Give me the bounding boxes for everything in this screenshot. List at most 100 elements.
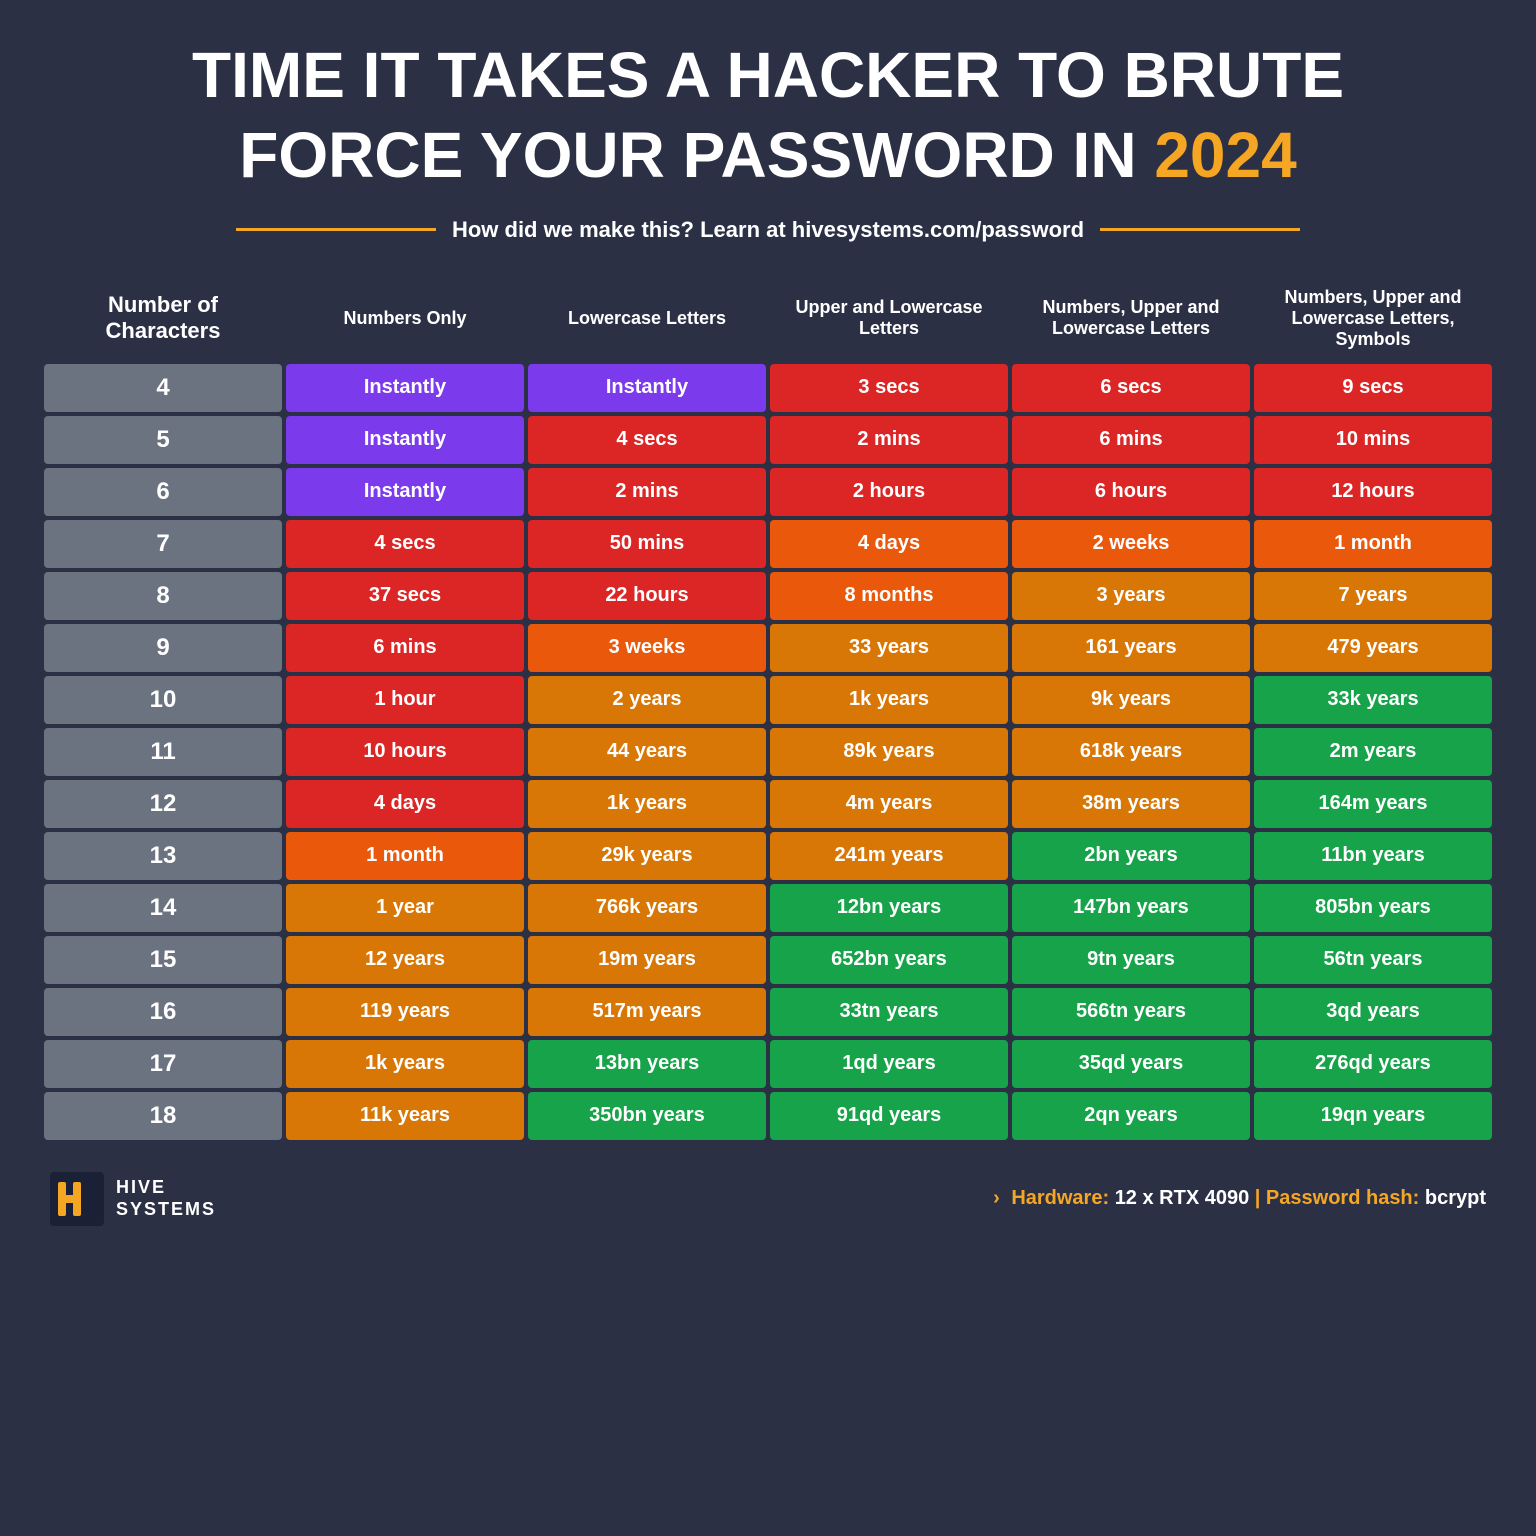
subtitle-line-left <box>236 228 436 231</box>
row-header-15: 15 <box>44 936 282 984</box>
cell-r2-c3: 6 hours <box>1012 468 1250 516</box>
cell-r14-c1: 350bn years <box>528 1092 766 1140</box>
row-header-11: 11 <box>44 728 282 776</box>
cell-r14-c0: 11k years <box>286 1092 524 1140</box>
cell-r0-c3: 6 secs <box>1012 364 1250 412</box>
cell-r10-c3: 147bn years <box>1012 884 1250 932</box>
cell-r0-c4: 9 secs <box>1254 364 1492 412</box>
cell-r0-c0: Instantly <box>286 364 524 412</box>
cell-r4-c1: 22 hours <box>528 572 766 620</box>
table-row: 141 year766k years12bn years147bn years8… <box>44 884 1492 932</box>
cell-r11-c3: 9tn years <box>1012 936 1250 984</box>
row-header-18: 18 <box>44 1092 282 1140</box>
cell-r5-c3: 161 years <box>1012 624 1250 672</box>
table-row: 837 secs22 hours8 months3 years7 years <box>44 572 1492 620</box>
row-header-10: 10 <box>44 676 282 724</box>
footer-hardware-value: 12 x RTX 4090 <box>1115 1187 1250 1209</box>
cell-r1-c2: 2 mins <box>770 416 1008 464</box>
table-row: 124 days1k years4m years38m years164m ye… <box>44 780 1492 828</box>
cell-r2-c1: 2 mins <box>528 468 766 516</box>
footer-hash-label: | Password hash: <box>1255 1187 1425 1209</box>
cell-r0-c1: Instantly <box>528 364 766 412</box>
footer-arrow: › <box>993 1187 1000 1209</box>
cell-r11-c0: 12 years <box>286 936 524 984</box>
cell-r3-c0: 4 secs <box>286 520 524 568</box>
table-row: 5Instantly4 secs2 mins6 mins10 mins <box>44 416 1492 464</box>
cell-r6-c2: 1k years <box>770 676 1008 724</box>
cell-r13-c2: 1qd years <box>770 1040 1008 1088</box>
cell-r14-c2: 91qd years <box>770 1092 1008 1140</box>
cell-r5-c1: 3 weeks <box>528 624 766 672</box>
cell-r14-c3: 2qn years <box>1012 1092 1250 1140</box>
row-header-7: 7 <box>44 520 282 568</box>
table-row: 74 secs50 mins4 days2 weeks1 month <box>44 520 1492 568</box>
table-row: 1110 hours44 years89k years618k years2m … <box>44 728 1492 776</box>
table-row: 1512 years19m years652bn years9tn years5… <box>44 936 1492 984</box>
cell-r12-c4: 3qd years <box>1254 988 1492 1036</box>
logo-text: HIVE SYSTEMS <box>116 1177 216 1220</box>
cell-r9-c2: 241m years <box>770 832 1008 880</box>
row-header-14: 14 <box>44 884 282 932</box>
table-row: 131 month29k years241m years2bn years11b… <box>44 832 1492 880</box>
cell-r13-c3: 35qd years <box>1012 1040 1250 1088</box>
cell-r5-c0: 6 mins <box>286 624 524 672</box>
col-header-chars: Number of Characters <box>44 277 282 360</box>
cell-r2-c2: 2 hours <box>770 468 1008 516</box>
cell-r8-c0: 4 days <box>286 780 524 828</box>
footer-hardware-label: Hardware: <box>1011 1187 1114 1209</box>
row-header-12: 12 <box>44 780 282 828</box>
row-header-5: 5 <box>44 416 282 464</box>
cell-r8-c2: 4m years <box>770 780 1008 828</box>
cell-r12-c1: 517m years <box>528 988 766 1036</box>
cell-r11-c4: 56tn years <box>1254 936 1492 984</box>
cell-r6-c0: 1 hour <box>286 676 524 724</box>
footer-info: › Hardware: 12 x RTX 4090 | Password has… <box>993 1187 1486 1210</box>
hive-logo-icon <box>50 1172 104 1226</box>
cell-r4-c3: 3 years <box>1012 572 1250 620</box>
cell-r12-c0: 119 years <box>286 988 524 1036</box>
cell-r4-c0: 37 secs <box>286 572 524 620</box>
footer: HIVE SYSTEMS › Hardware: 12 x RTX 4090 |… <box>40 1172 1496 1226</box>
cell-r2-c0: Instantly <box>286 468 524 516</box>
cell-r3-c3: 2 weeks <box>1012 520 1250 568</box>
col-header-lowercase: Lowercase Letters <box>528 277 766 360</box>
cell-r8-c4: 164m years <box>1254 780 1492 828</box>
cell-r3-c4: 1 month <box>1254 520 1492 568</box>
cell-r12-c3: 566tn years <box>1012 988 1250 1036</box>
cell-r7-c0: 10 hours <box>286 728 524 776</box>
footer-hash-value: bcrypt <box>1425 1187 1486 1209</box>
cell-r10-c1: 766k years <box>528 884 766 932</box>
row-header-8: 8 <box>44 572 282 620</box>
cell-r14-c4: 19qn years <box>1254 1092 1492 1140</box>
cell-r5-c2: 33 years <box>770 624 1008 672</box>
cell-r12-c2: 33tn years <box>770 988 1008 1036</box>
subtitle-line-right <box>1100 228 1300 231</box>
cell-r13-c4: 276qd years <box>1254 1040 1492 1088</box>
cell-r10-c0: 1 year <box>286 884 524 932</box>
title-line1: TIME IT TAKES A HACKER TO BRUTE <box>192 40 1344 110</box>
cell-r7-c4: 2m years <box>1254 728 1492 776</box>
col-header-upper-lower: Upper and Lowercase Letters <box>770 277 1008 360</box>
logo-area: HIVE SYSTEMS <box>50 1172 216 1226</box>
cell-r11-c2: 652bn years <box>770 936 1008 984</box>
table-row: 6Instantly2 mins2 hours6 hours12 hours <box>44 468 1492 516</box>
cell-r7-c1: 44 years <box>528 728 766 776</box>
cell-r13-c0: 1k years <box>286 1040 524 1088</box>
cell-r10-c2: 12bn years <box>770 884 1008 932</box>
col-header-numbers: Numbers Only <box>286 277 524 360</box>
cell-r0-c2: 3 secs <box>770 364 1008 412</box>
subtitle-text: How did we make this? Learn at hivesyste… <box>452 217 1084 243</box>
row-header-4: 4 <box>44 364 282 412</box>
cell-r11-c1: 19m years <box>528 936 766 984</box>
cell-r5-c4: 479 years <box>1254 624 1492 672</box>
cell-r1-c1: 4 secs <box>528 416 766 464</box>
cell-r6-c3: 9k years <box>1012 676 1250 724</box>
cell-r9-c3: 2bn years <box>1012 832 1250 880</box>
title: TIME IT TAKES A HACKER TO BRUTE FORCE YO… <box>192 40 1344 201</box>
cell-r9-c1: 29k years <box>528 832 766 880</box>
cell-r3-c1: 50 mins <box>528 520 766 568</box>
cell-r7-c3: 618k years <box>1012 728 1250 776</box>
table-row: 96 mins3 weeks33 years161 years479 years <box>44 624 1492 672</box>
cell-r1-c0: Instantly <box>286 416 524 464</box>
cell-r2-c4: 12 hours <box>1254 468 1492 516</box>
